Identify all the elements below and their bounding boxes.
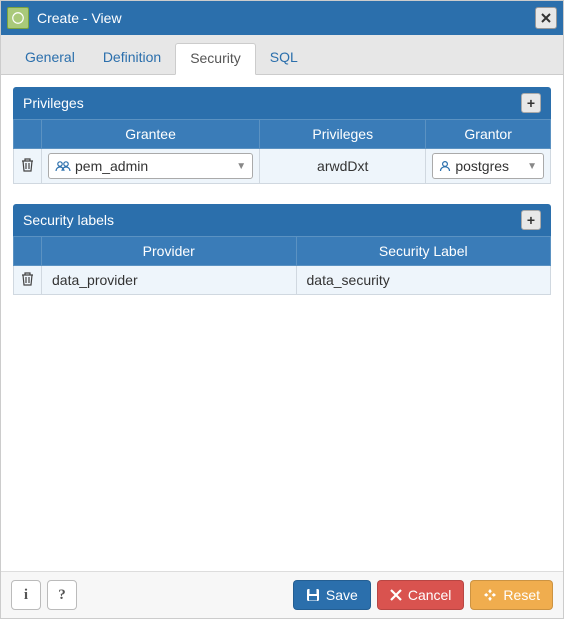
grantee-select[interactable]: pem_admin ▼: [48, 153, 253, 179]
save-button[interactable]: Save: [293, 580, 371, 610]
privileges-header: Privileges +: [13, 87, 551, 119]
privileges-table: Grantee Privileges Grantor: [13, 119, 551, 184]
privileges-col-grantee: Grantee: [42, 120, 260, 149]
info-button[interactable]: i: [11, 580, 41, 610]
cancel-label: Cancel: [408, 587, 452, 603]
security-labels-table: Provider Security Label: [13, 236, 551, 295]
privileges-col-grantor: Grantor: [426, 120, 551, 149]
save-label: Save: [326, 587, 358, 603]
security-labels-title: Security labels: [23, 212, 521, 228]
dialog-footer: i ? Save Cancel Reset: [1, 571, 563, 618]
titlebar: Create - View: [1, 1, 563, 35]
seclabel-col-provider: Provider: [42, 237, 297, 266]
save-icon: [306, 588, 320, 602]
help-button[interactable]: ?: [47, 580, 77, 610]
privileges-panel: Privileges + Grantee Privileges: [13, 87, 551, 184]
close-button[interactable]: [535, 7, 557, 29]
security-label-value[interactable]: data_security: [303, 270, 545, 290]
add-security-label-button[interactable]: +: [521, 210, 541, 230]
delete-security-label-button[interactable]: [21, 272, 34, 286]
add-privilege-button[interactable]: +: [521, 93, 541, 113]
tab-bar: General Definition Security SQL: [1, 35, 563, 75]
group-role-icon: [55, 160, 71, 172]
grantee-value: pem_admin: [75, 158, 236, 174]
seclabel-col-label: Security Label: [296, 237, 551, 266]
seclabel-col-delete: [14, 237, 42, 266]
delete-privilege-button[interactable]: [21, 158, 34, 172]
plus-icon: +: [527, 95, 535, 111]
user-role-icon: [439, 160, 451, 172]
security-label-row: data_provider data_security: [14, 266, 551, 295]
window-title: Create - View: [37, 10, 122, 26]
chevron-down-icon: ▼: [236, 161, 246, 172]
chevron-down-icon: ▼: [527, 161, 537, 172]
tab-sql[interactable]: SQL: [256, 43, 312, 74]
trash-icon: [21, 158, 34, 172]
privileges-row: pem_admin ▼ arwdDxt: [14, 149, 551, 184]
security-labels-panel: Security labels + Provider Security Labe…: [13, 204, 551, 295]
app-icon: [7, 7, 29, 29]
tab-general[interactable]: General: [11, 43, 89, 74]
provider-value[interactable]: data_provider: [48, 270, 290, 290]
plus-icon: +: [527, 212, 535, 228]
privileges-col-privileges: Privileges: [260, 120, 426, 149]
reset-icon: [483, 588, 497, 602]
trash-icon: [21, 272, 34, 286]
info-icon: i: [24, 587, 28, 604]
close-icon: [541, 13, 551, 23]
privileges-title: Privileges: [23, 95, 521, 111]
tab-security[interactable]: Security: [175, 43, 256, 75]
tab-definition[interactable]: Definition: [89, 43, 175, 74]
cancel-icon: [390, 589, 402, 601]
cancel-button[interactable]: Cancel: [377, 580, 465, 610]
reset-label: Reset: [503, 587, 540, 603]
reset-button[interactable]: Reset: [470, 580, 553, 610]
grantor-select[interactable]: postgres ▼: [432, 153, 544, 179]
tab-content-security: Privileges + Grantee Privileges: [1, 75, 563, 571]
privileges-value[interactable]: arwdDxt: [266, 156, 419, 176]
help-icon: ?: [58, 587, 66, 604]
grantor-value: postgres: [455, 158, 527, 174]
dialog-create-view: Create - View General Definition Securit…: [0, 0, 564, 619]
security-labels-header: Security labels +: [13, 204, 551, 236]
privileges-col-delete: [14, 120, 42, 149]
